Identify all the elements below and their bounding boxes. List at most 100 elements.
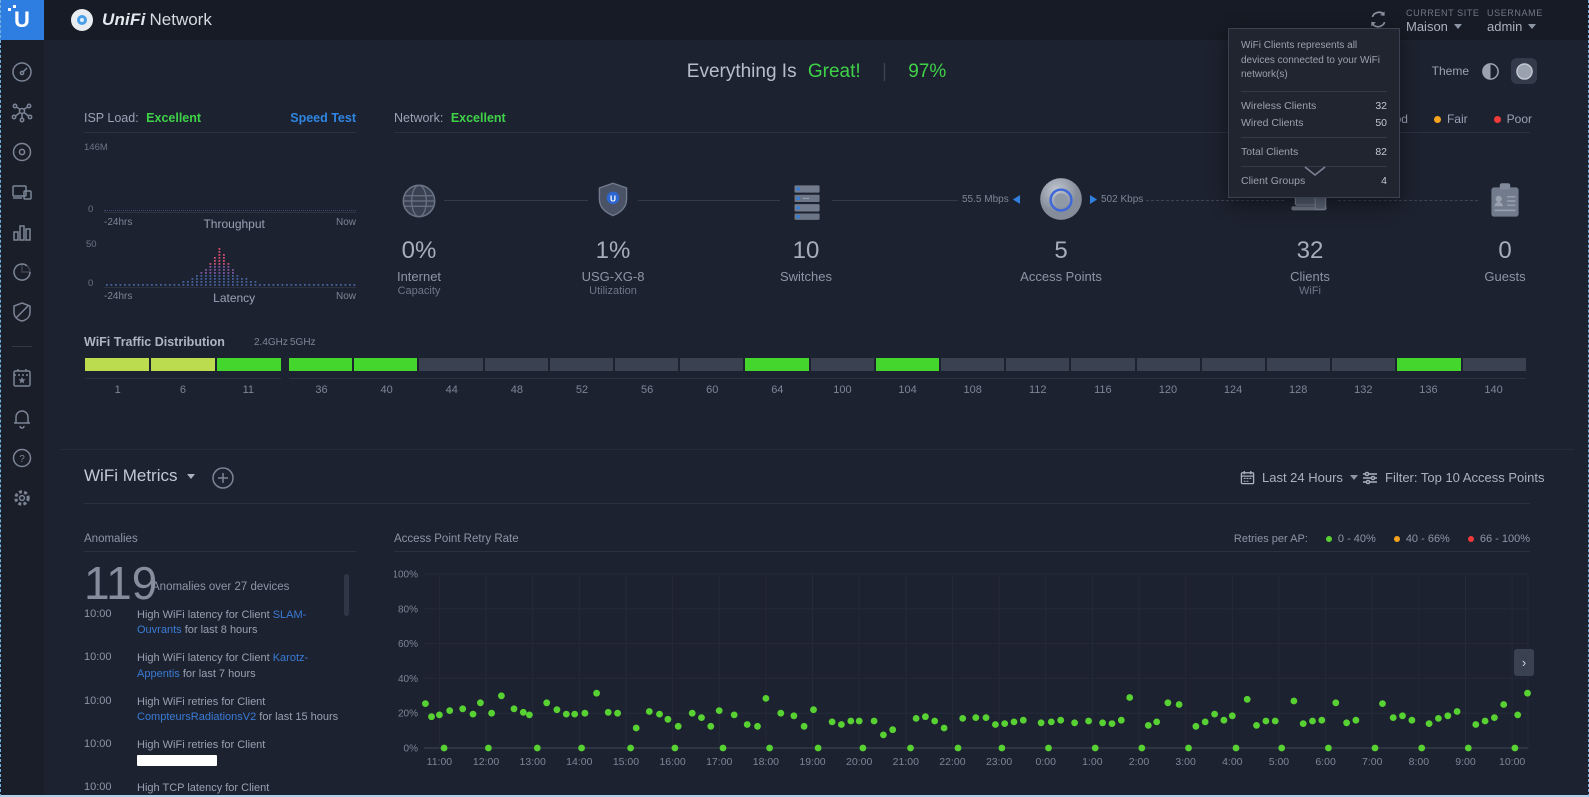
svg-text:8:00: 8:00 [1409, 756, 1430, 768]
speed-test-link[interactable]: Speed Test [290, 111, 356, 125]
channel-136-label: 136 [1396, 384, 1461, 396]
sidebar-item-insights[interactable] [10, 260, 34, 284]
anomaly-list: 10:00High WiFi latency for Client SLAM-O… [84, 608, 356, 797]
channel-48-label: 48 [484, 384, 549, 396]
channel-64-label: 64 [745, 384, 810, 396]
channel-104-label: 104 [875, 384, 940, 396]
theme-switcher: Theme [1432, 58, 1537, 84]
svg-text:2:00: 2:00 [1129, 756, 1150, 768]
sidebar-item-settings[interactable] [10, 486, 34, 510]
svg-text:22:00: 22:00 [939, 756, 965, 768]
time-range-dropdown[interactable]: Last 24 Hours [1240, 470, 1358, 485]
anomaly-text: High WiFi latency for Client Karotz-Appe… [137, 651, 345, 681]
channel-120-bar [1137, 358, 1200, 371]
channel-132-bar [1332, 358, 1395, 371]
svg-text:5:00: 5:00 [1269, 756, 1290, 768]
theme-dark-button[interactable] [1511, 58, 1537, 84]
throughput-axis [104, 212, 356, 213]
retry-rate-legend: Retries per AP: 0 - 40% 40 - 66% 66 - 10… [1234, 533, 1530, 545]
sidebar-item-clients[interactable] [10, 180, 34, 204]
channel-140-bar [1463, 358, 1526, 371]
filter-sliders-icon [1362, 471, 1378, 485]
theme-light-button[interactable] [1477, 58, 1503, 84]
svg-text:12:00: 12:00 [473, 756, 499, 768]
svg-text:20:00: 20:00 [846, 756, 872, 768]
sidebar-item-topology[interactable] [10, 100, 34, 124]
anomaly-text: High TCP latency for Client Note 8 Pro) … [137, 781, 345, 797]
anomaly-text: High WiFi retries for Client CompteursRa… [137, 695, 345, 725]
svg-text:17:00: 17:00 [706, 756, 732, 768]
current-site-dropdown[interactable]: CURRENT SITE Maison [1406, 8, 1480, 34]
channel-44-bar [419, 358, 482, 371]
svg-text:1:00: 1:00 [1082, 756, 1103, 768]
svg-text:23:00: 23:00 [986, 756, 1012, 768]
legend-66-100: 66 - 100% [1468, 533, 1530, 545]
sidebar-item-devices[interactable] [10, 140, 34, 164]
anomaly-client-link[interactable]: CompteursRadiationsV2 [137, 711, 256, 723]
chart-next-button[interactable]: › [1514, 649, 1534, 676]
username-dropdown[interactable]: USERNAME admin [1487, 8, 1543, 34]
sidebar-item-dashboard[interactable] [10, 60, 34, 84]
node-access-points[interactable]: 5 Access Points [996, 174, 1126, 284]
sidebar-item-statistics[interactable] [10, 220, 34, 244]
anomaly-row: 10:00High WiFi latency for Client SLAM-O… [84, 608, 356, 638]
sidebar-item-security[interactable] [10, 300, 34, 324]
filter-control[interactable]: Filter: Top 10 Access Points [1362, 470, 1544, 485]
throughput-ymin: 0 [88, 204, 93, 215]
anomaly-row: 10:00High WiFi retries for Client [84, 738, 356, 768]
latency-ymax: 50 [86, 239, 97, 250]
health-status: Great! [808, 61, 861, 82]
svg-text:100%: 100% [394, 570, 418, 581]
node-gateway[interactable]: U 1% USG-XG-8 Utilization [548, 178, 678, 297]
channel-11-bar [217, 358, 281, 371]
wifi-metrics-dropdown[interactable]: WiFi Metrics [84, 466, 195, 486]
svg-text:0%: 0% [404, 744, 419, 755]
access-point-icon [1036, 174, 1086, 224]
health-separator: | [882, 61, 887, 82]
node-switches[interactable]: 10 Switches [741, 178, 871, 284]
app-title-bold: UniFi [102, 10, 146, 29]
anomaly-scrollbar[interactable] [344, 574, 349, 616]
anomaly-row: 10:00High WiFi latency for Client Karotz… [84, 651, 356, 681]
node-guests[interactable]: 0 Guests [1440, 178, 1570, 284]
health-score: 97% [908, 61, 946, 82]
sidebar: ? [0, 40, 44, 797]
svg-text:18:00: 18:00 [753, 756, 779, 768]
isp-load-header: ISP Load: Excellent Speed Test [84, 111, 356, 125]
svg-text:0:00: 0:00 [1036, 756, 1057, 768]
legend-fair: Fair [1434, 112, 1468, 126]
retry-rate-underline [394, 551, 1530, 552]
sidebar-item-help[interactable]: ? [10, 446, 34, 470]
svg-text:?: ? [19, 454, 25, 465]
anomaly-summary: Anomalies over 27 devices [152, 581, 289, 593]
channel-112-label: 112 [1005, 384, 1070, 396]
tooltip-description: WiFi Clients represents all devices conn… [1241, 39, 1387, 83]
svg-text:4:00: 4:00 [1222, 756, 1243, 768]
anomaly-time: 10:00 [84, 695, 137, 725]
channel-1-bar [85, 358, 149, 371]
sidebar-item-alerts[interactable] [10, 406, 34, 430]
svg-text:19:00: 19:00 [799, 756, 825, 768]
svg-text:60%: 60% [398, 639, 418, 650]
add-metric-button[interactable] [211, 466, 235, 495]
section-divider [60, 449, 1574, 450]
network-label: Network: [394, 111, 443, 125]
channel-116-label: 116 [1070, 384, 1135, 396]
ubiquiti-logo[interactable]: U [0, 0, 44, 40]
sidebar-divider [12, 346, 32, 347]
channel-44-label: 44 [419, 384, 484, 396]
username-value: admin [1487, 19, 1522, 34]
legend-poor: Poor [1494, 112, 1532, 126]
node-internet[interactable]: 0% Internet Capacity [354, 178, 484, 297]
sidebar-item-events[interactable] [10, 366, 34, 390]
channel-140-label: 140 [1461, 384, 1526, 396]
channel-136-bar [1397, 358, 1460, 371]
svg-text:16:00: 16:00 [659, 756, 685, 768]
guest-badge-icon [1482, 178, 1528, 224]
traffic-title: WiFi Traffic Distribution [84, 335, 225, 349]
throughput-trace [104, 210, 356, 211]
channel-124-bar [1202, 358, 1265, 371]
svg-text:9:00: 9:00 [1455, 756, 1476, 768]
latency-ymin: 0 [88, 278, 93, 289]
current-site-label: CURRENT SITE [1406, 8, 1480, 18]
